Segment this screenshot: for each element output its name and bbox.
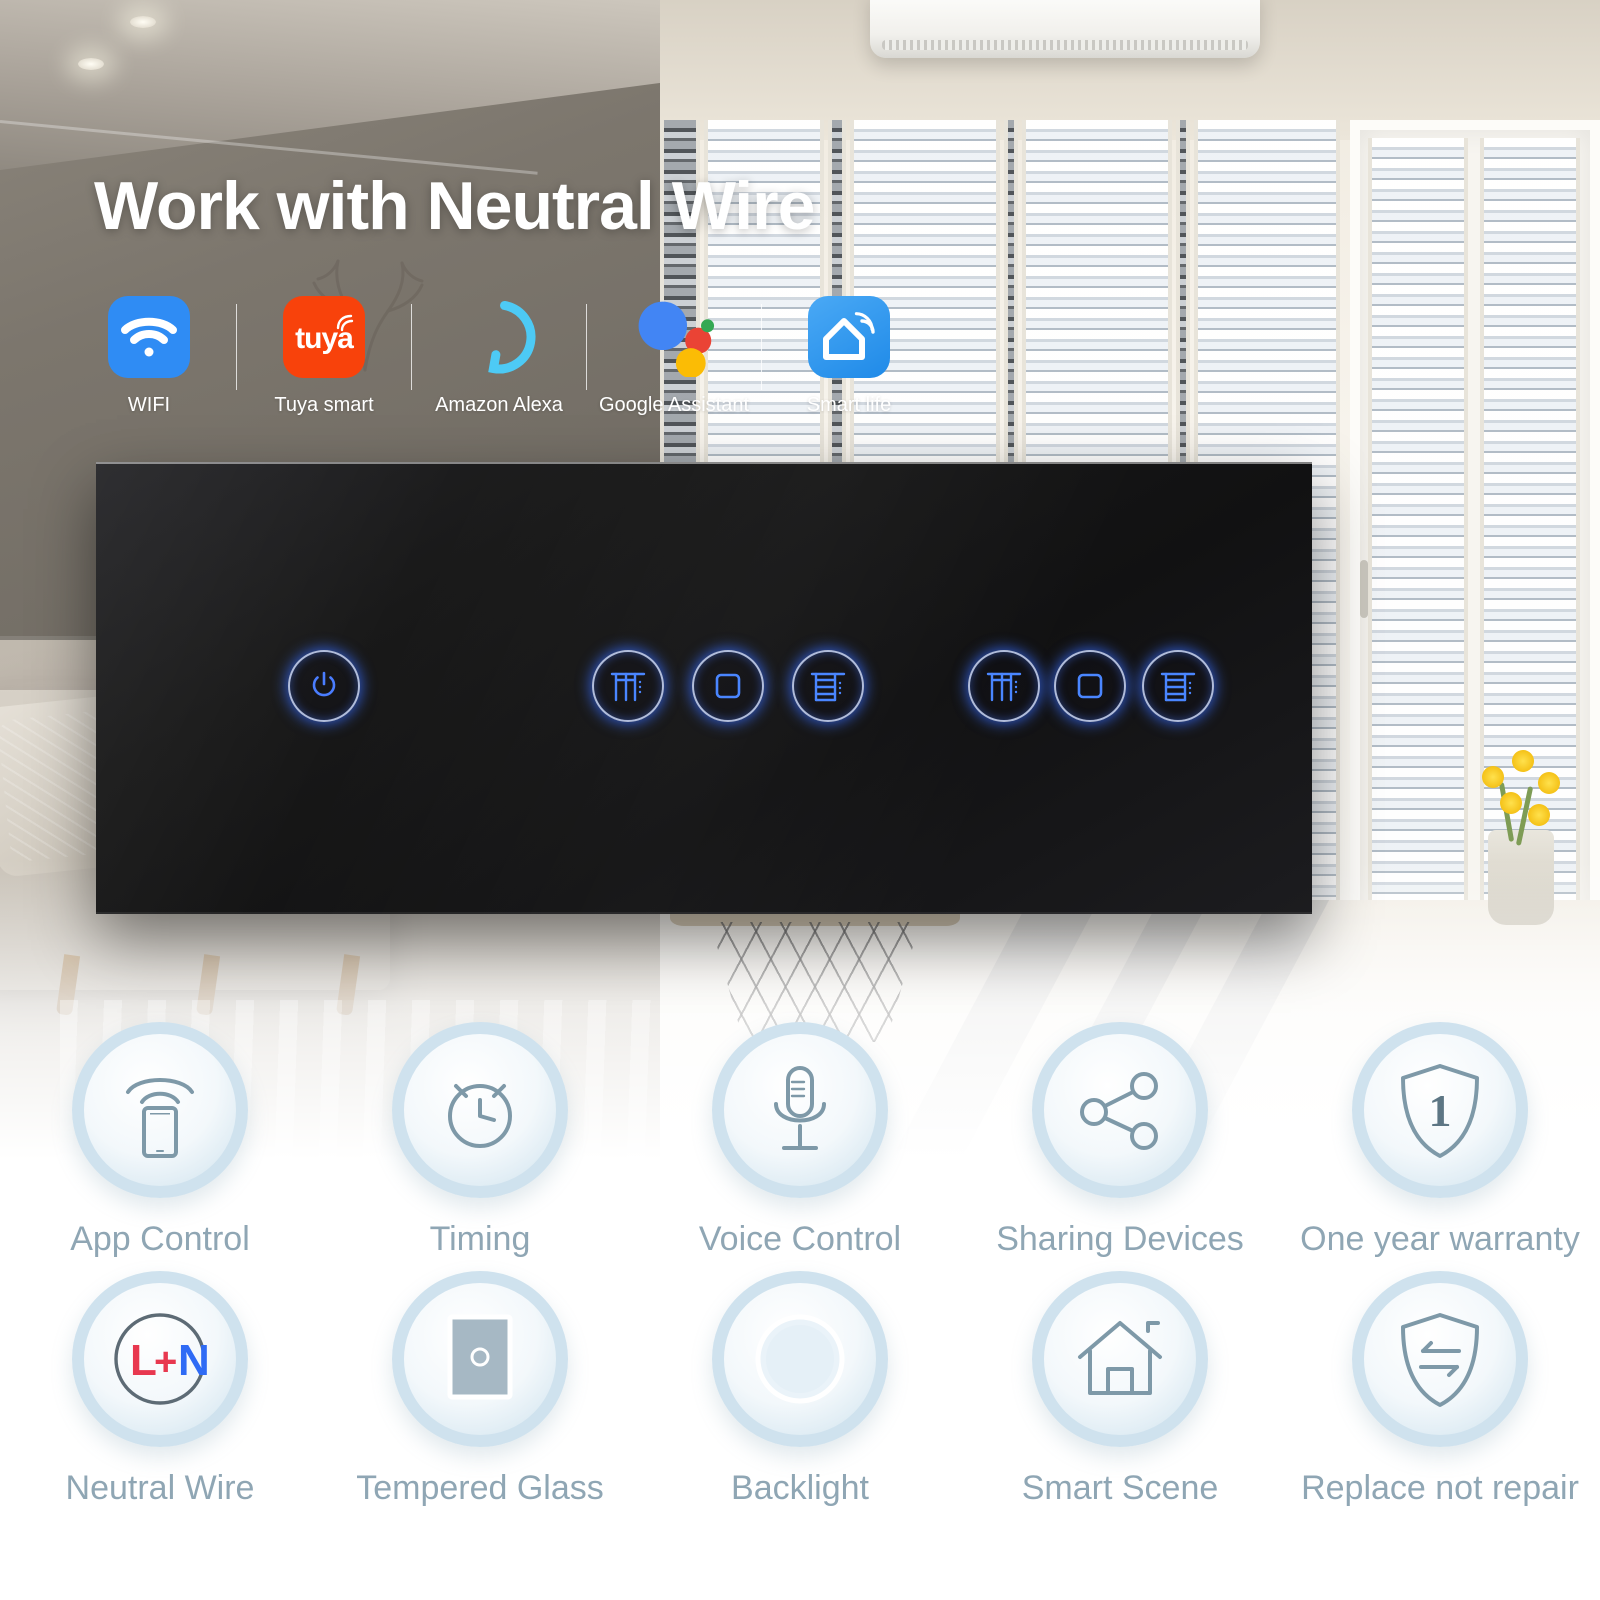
curtain-stop-icon: [715, 673, 741, 699]
curtain-open-button[interactable]: [592, 650, 664, 722]
curtain-open-button[interactable]: [968, 650, 1040, 722]
downlight: [78, 58, 104, 70]
platform-label: Smart life: [806, 394, 892, 416]
feature-icon-disc: [712, 1271, 888, 1447]
touch-button-row: [0, 650, 1600, 760]
feature-icon-disc: [1352, 1271, 1528, 1447]
curtain-close-icon: [810, 672, 846, 702]
microphone-icon: [774, 1066, 826, 1150]
platform-divider: [586, 304, 587, 390]
feature-icon-disc: [72, 1022, 248, 1198]
feature-replace-not-repair[interactable]: Replace not repair: [1280, 1271, 1600, 1508]
feature-label: Smart Scene: [1021, 1469, 1219, 1507]
feature-icon-disc: [392, 1271, 568, 1447]
curtain-close-icon: [1160, 672, 1196, 702]
platform-label: Tuya smart: [274, 394, 374, 416]
curtain-stop-button[interactable]: [692, 650, 764, 722]
neutral-wire-L: L: [130, 1336, 157, 1385]
feature-sharing-devices[interactable]: Sharing Devices: [960, 1022, 1280, 1259]
neutral-wire-icon: L + N: [114, 1313, 210, 1405]
platform-smart-life[interactable]: Smart life: [794, 296, 904, 417]
platform-label: Amazon Alexa: [435, 394, 563, 416]
platform-divider: [411, 304, 412, 390]
curtain-stop-icon: [1077, 673, 1103, 699]
platform-alexa[interactable]: Amazon Alexa: [435, 296, 563, 417]
feature-label: App Control: [70, 1220, 250, 1258]
curtain-open-icon: [610, 672, 646, 702]
feature-smart-scene[interactable]: Smart Scene: [960, 1271, 1280, 1508]
feature-voice-control[interactable]: Voice Control: [640, 1022, 960, 1259]
shield-exchange-icon: [1401, 1313, 1479, 1407]
backlight-ring-icon: [755, 1314, 845, 1404]
home-outline-icon: [1078, 1321, 1162, 1395]
platform-tuya[interactable]: tuya Tuya smart: [269, 296, 379, 417]
wifi-icon: [108, 296, 190, 378]
neutral-wire-N: N: [178, 1336, 210, 1385]
power-icon: [312, 671, 336, 697]
feature-tempered-glass[interactable]: Tempered Glass: [320, 1271, 640, 1508]
feature-label: Voice Control: [698, 1220, 902, 1258]
curtain-close-button[interactable]: [792, 650, 864, 722]
door-handle: [1360, 560, 1368, 618]
alarm-clock-icon: [448, 1084, 512, 1148]
feature-backlight[interactable]: Backlight: [640, 1271, 960, 1508]
smart-life-house-icon: [808, 296, 890, 378]
feature-icon-disc: [392, 1022, 568, 1198]
platform-label: WIFI: [127, 394, 171, 416]
panel-bottom-edge: [96, 912, 1312, 914]
feature-label: Tempered Glass: [356, 1469, 604, 1507]
neutral-wire-plus: +: [154, 1340, 177, 1384]
alexa-ring-icon: [458, 296, 540, 378]
share-nodes-icon: [1080, 1072, 1158, 1150]
feature-icon-disc: 1: [1352, 1022, 1528, 1198]
feature-label: Sharing Devices: [996, 1220, 1244, 1258]
feature-one-year-warranty[interactable]: 1 One year warranty: [1280, 1022, 1600, 1259]
power-button[interactable]: [288, 650, 360, 722]
compatible-platforms-row: WIFI tuya Tuya smart Amazon Alexa Google…: [94, 296, 904, 417]
downlight: [130, 16, 156, 28]
feature-highlights-grid: App Control Timing Voice Control Sharing…: [0, 1022, 1600, 1508]
shield-one-icon: 1: [1401, 1064, 1479, 1158]
platform-divider: [761, 304, 762, 390]
google-assistant-dots-icon: [633, 296, 715, 378]
platform-divider: [236, 304, 237, 390]
curtain-open-icon: [986, 672, 1022, 702]
feature-label: Backlight: [731, 1469, 869, 1507]
glass-panel-icon: [447, 1314, 513, 1400]
feature-label: Timing: [429, 1220, 531, 1258]
feature-icon-disc: [1032, 1271, 1208, 1447]
curtain-stop-button[interactable]: [1054, 650, 1126, 722]
feature-label: Neutral Wire: [65, 1469, 255, 1507]
curtain-close-button[interactable]: [1142, 650, 1214, 722]
feature-label: Replace not repair: [1301, 1469, 1579, 1507]
feature-neutral-wire[interactable]: L + N Neutral Wire: [0, 1271, 320, 1508]
panel-top-edge: [96, 462, 1312, 464]
feature-icon-disc: [1032, 1022, 1208, 1198]
feature-label: One year warranty: [1300, 1220, 1580, 1258]
feature-icon-disc: L + N: [72, 1271, 248, 1447]
platform-label: Google Assistant: [598, 394, 750, 416]
warranty-years-number: 1: [1429, 1085, 1452, 1136]
tuya-logo-icon: tuya: [283, 296, 365, 378]
air-conditioner-unit: [870, 0, 1260, 58]
feature-icon-disc: [712, 1022, 888, 1198]
phone-wifi-icon: [126, 1078, 194, 1158]
feature-timing[interactable]: Timing: [320, 1022, 640, 1259]
platform-wifi[interactable]: WIFI: [94, 296, 204, 417]
page-title: Work with Neutral Wire: [94, 168, 815, 244]
platform-google-assistant[interactable]: Google Assistant: [599, 296, 749, 417]
feature-app-control[interactable]: App Control: [0, 1022, 320, 1259]
